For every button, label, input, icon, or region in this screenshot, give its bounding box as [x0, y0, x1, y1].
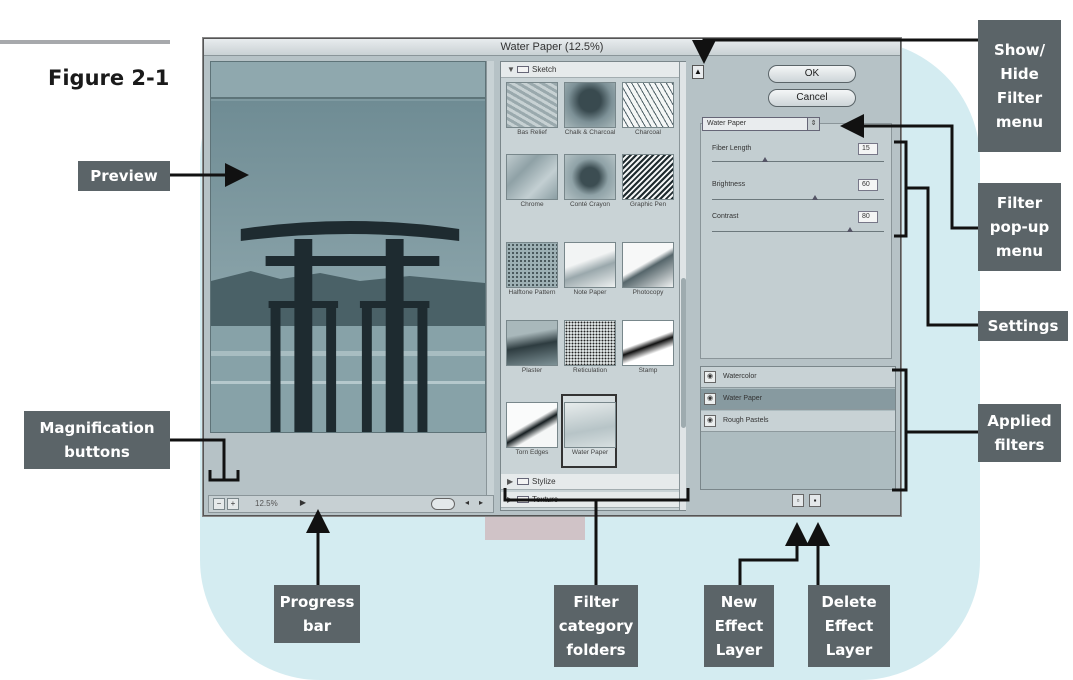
callout-magnification: Magnification buttons: [24, 411, 170, 469]
callout-new-layer: New Effect Layer: [704, 585, 774, 667]
callout-delete-layer: Delete Effect Layer: [808, 585, 890, 667]
callout-progress: Progress bar: [274, 585, 360, 643]
callout-applied: Applied filters: [978, 404, 1061, 462]
callout-preview: Preview: [78, 161, 170, 191]
callout-filter-popup: Filter pop-up menu: [978, 183, 1061, 271]
callout-settings: Settings: [978, 311, 1068, 341]
callout-lines: [170, 38, 978, 585]
callout-category: Filter category folders: [554, 585, 638, 667]
callout-show-hide: Show/ Hide Filter menu: [978, 20, 1061, 152]
